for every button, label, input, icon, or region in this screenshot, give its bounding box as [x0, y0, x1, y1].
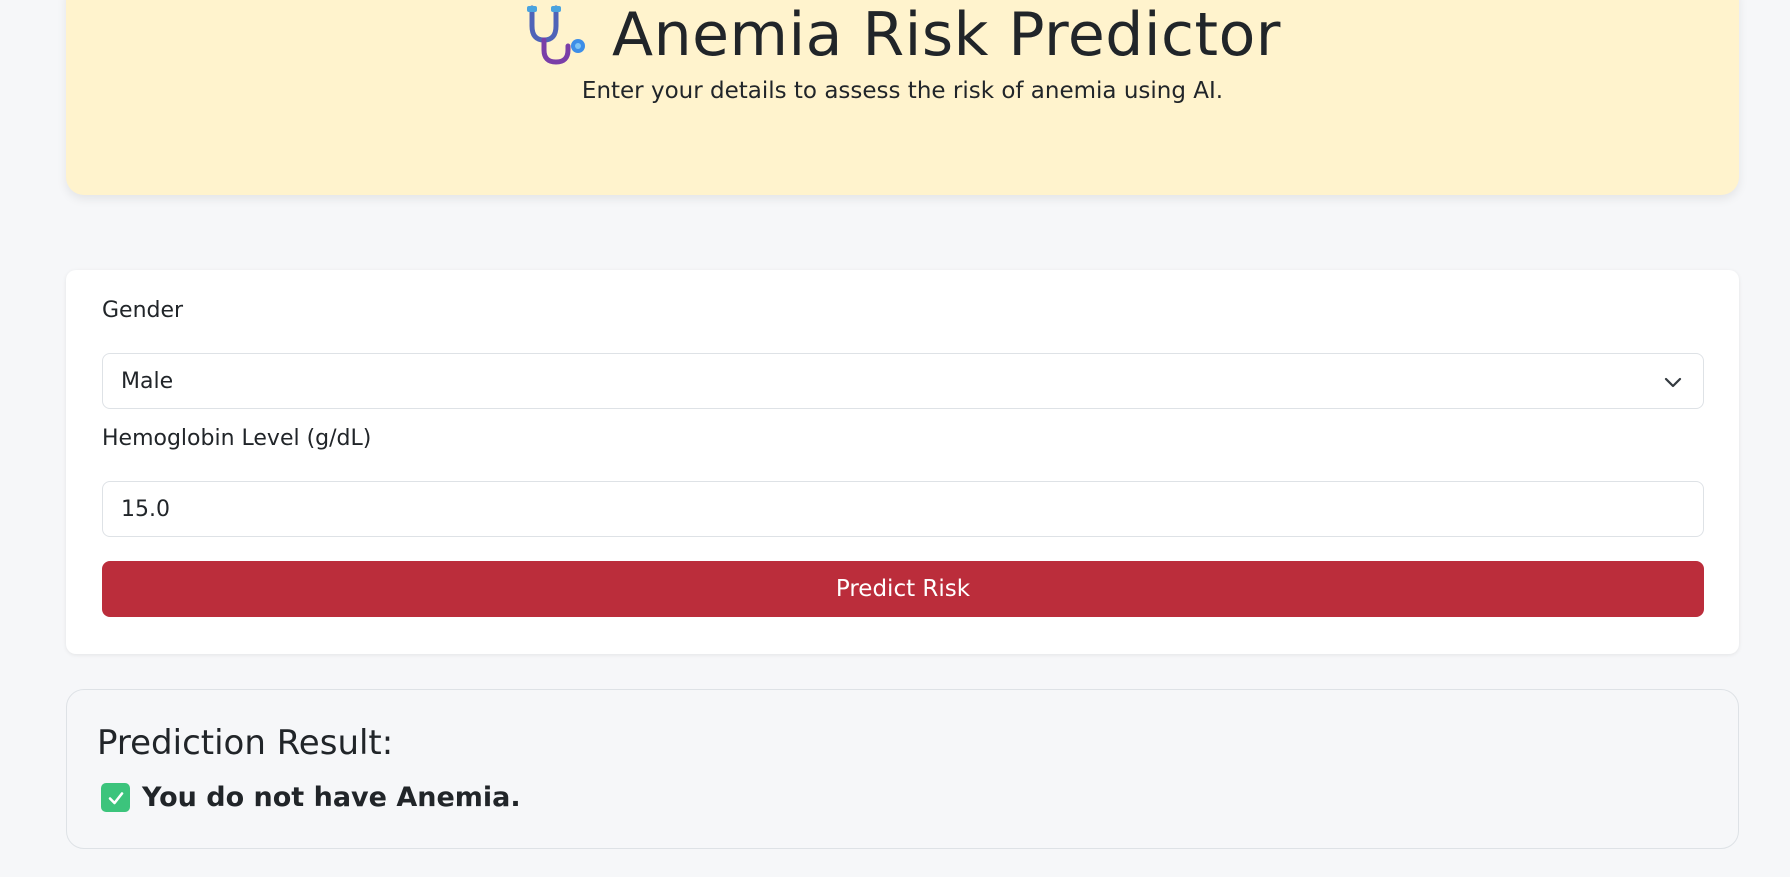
- gender-select[interactable]: Male: [102, 353, 1704, 409]
- chevron-down-icon: [1664, 377, 1682, 388]
- hemoglobin-input[interactable]: [102, 481, 1704, 537]
- hemoglobin-label: Hemoglobin Level (g/dL): [102, 426, 372, 451]
- result-panel: Prediction Result: You do not have Anemi…: [66, 689, 1739, 849]
- result-message: You do not have Anemia.: [142, 782, 521, 813]
- title-row: Anemia Risk Predictor: [66, 4, 1739, 66]
- gender-label: Gender: [102, 298, 184, 323]
- prediction-form: Gender Male Hemoglobin Level (g/dL) Pred…: [66, 270, 1739, 654]
- check-mark-icon: [101, 783, 130, 812]
- stethoscope-icon: [524, 4, 590, 66]
- gender-select-value: Male: [121, 368, 174, 394]
- header-banner: Anemia Risk Predictor Enter your details…: [66, 0, 1739, 195]
- predict-risk-button[interactable]: Predict Risk: [102, 561, 1704, 617]
- page-subtitle: Enter your details to assess the risk of…: [581, 78, 1224, 104]
- result-message-row: You do not have Anemia.: [101, 782, 521, 813]
- page-title: Anemia Risk Predictor: [612, 0, 1281, 70]
- result-heading: Prediction Result:: [97, 723, 394, 763]
